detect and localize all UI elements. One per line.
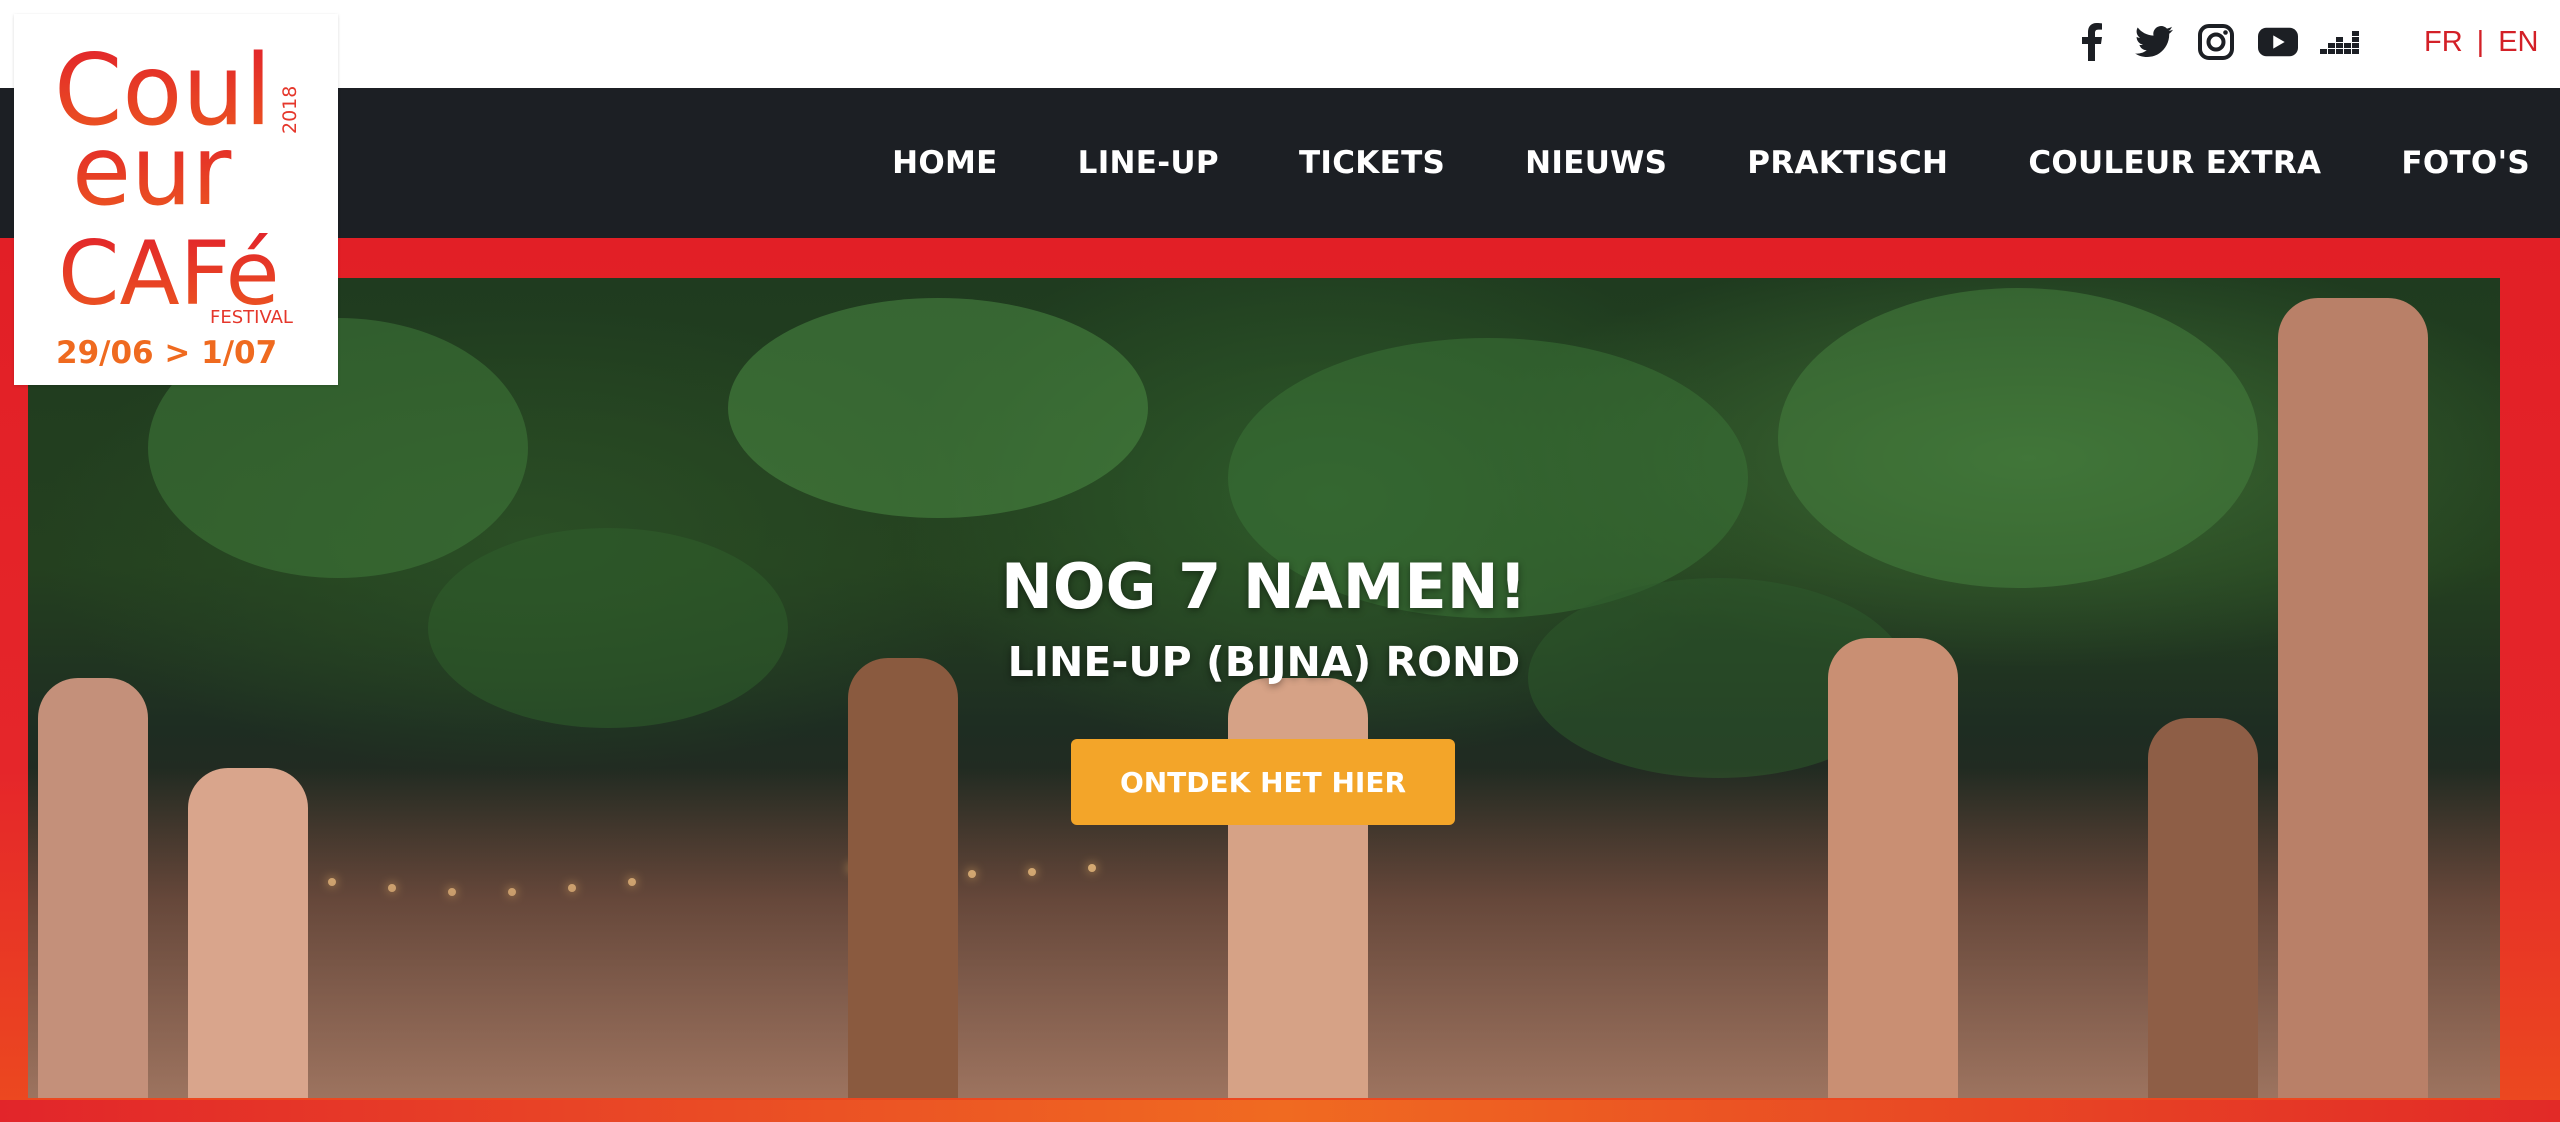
lang-fr-link[interactable]: FR	[2424, 26, 2463, 59]
logo[interactable]: Coul eur CAFé 2018 FESTIVAL 29/06 > 1/07	[14, 14, 338, 385]
lang-separator: |	[2476, 26, 2485, 58]
top-bar: FR | EN	[0, 0, 2560, 88]
youtube-icon[interactable]	[2258, 22, 2298, 62]
language-switcher: FR | EN	[2424, 26, 2539, 59]
nav-item-tickets[interactable]: TICKETS	[1299, 145, 1445, 181]
nav-item-couleur-extra[interactable]: COULEUR EXTRA	[2028, 145, 2321, 181]
instagram-icon[interactable]	[2196, 22, 2236, 62]
main-nav: HOME LINE-UP TICKETS NIEUWS PRAKTISCH CO…	[0, 88, 2560, 238]
hero-banner: NOG 7 NAMEN! LINE-UP (BIJNA) ROND ONTDEK…	[28, 278, 2500, 1098]
nav-item-home[interactable]: HOME	[892, 145, 998, 181]
twitter-icon[interactable]	[2134, 22, 2174, 62]
facebook-icon[interactable]	[2072, 22, 2112, 62]
lang-en-link[interactable]: EN	[2498, 26, 2538, 59]
deezer-icon[interactable]	[2320, 22, 2360, 62]
discover-button[interactable]: ONTDEK HET HIER	[1071, 739, 1455, 825]
hero-content: NOG 7 NAMEN! LINE-UP (BIJNA) ROND ONTDEK…	[28, 278, 2500, 1098]
nav-item-line-up[interactable]: LINE-UP	[1078, 145, 1219, 181]
logo-dates: 29/06 > 1/07	[56, 335, 277, 371]
nav-item-praktisch[interactable]: PRAKTISCH	[1747, 145, 1948, 181]
logo-line-2: eur	[72, 115, 232, 227]
hero-subline: LINE-UP (BIJNA) ROND	[1007, 638, 1521, 686]
social-links	[2072, 22, 2360, 62]
logo-year: 2018	[279, 86, 301, 134]
nav-menu: HOME LINE-UP TICKETS NIEUWS PRAKTISCH CO…	[892, 88, 2530, 238]
hero-headline: NOG 7 NAMEN!	[1001, 550, 1527, 623]
nav-item-fotos[interactable]: FOTO'S	[2401, 145, 2530, 181]
logo-festival: FESTIVAL	[210, 307, 293, 328]
nav-item-nieuws[interactable]: NIEUWS	[1525, 145, 1667, 181]
